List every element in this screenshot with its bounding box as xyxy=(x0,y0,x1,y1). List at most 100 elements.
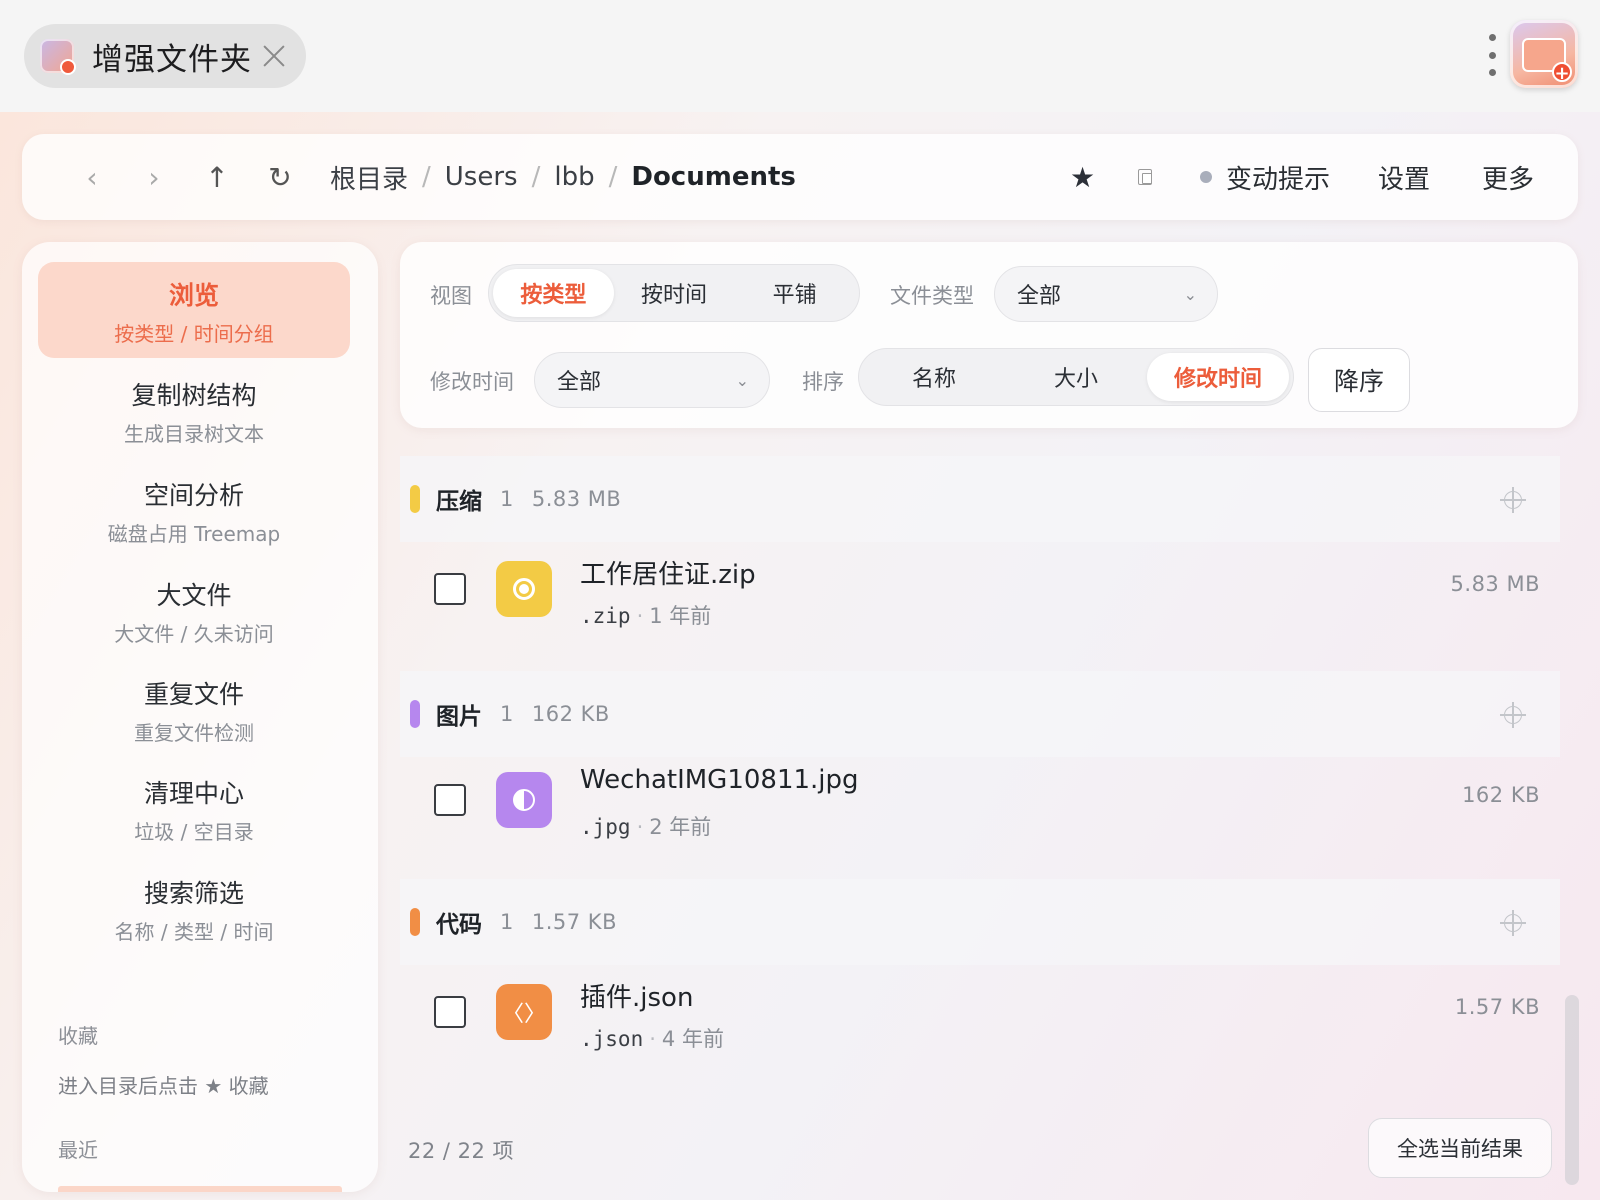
file-type-value: 全部 xyxy=(1017,284,1062,309)
more-button[interactable]: 更多 xyxy=(1482,134,1534,220)
up-directory-button[interactable]: ↑ xyxy=(197,134,237,220)
file-type-label: 文件类型 xyxy=(890,284,974,308)
sidebar-item-large-files[interactable]: 大文件 大文件 / 久未访问 xyxy=(38,562,350,658)
group-size: 162 KB xyxy=(531,702,610,726)
copy-path-button[interactable] xyxy=(1138,134,1152,220)
sort-segmented-control: 名称 大小 修改时间 xyxy=(858,348,1294,406)
sort-order-button[interactable]: 降序 xyxy=(1308,348,1410,412)
view-by-time-button[interactable]: 按时间 xyxy=(614,269,735,317)
breadcrumb-lbb[interactable]: lbb xyxy=(554,162,594,192)
file-size: 5.83 MB xyxy=(1450,572,1540,596)
breadcrumb-documents[interactable]: Documents xyxy=(631,162,796,192)
close-icon[interactable] xyxy=(260,42,288,70)
file-row[interactable]: WechatIMG10811.jpg .jpg · 2 年前 162 KB xyxy=(400,741,1560,861)
scrollbar[interactable] xyxy=(1565,995,1579,1185)
sidebar-item-copy-tree[interactable]: 复制树结构 生成目录树文本 xyxy=(38,362,350,458)
sidebar-item-subtitle: 垃圾 / 空目录 xyxy=(134,820,254,844)
app-tab-title: 增强文件夹 xyxy=(92,41,252,78)
back-button[interactable]: ‹ xyxy=(72,134,112,220)
breadcrumb-separator: / xyxy=(422,162,431,192)
star-icon: ★ xyxy=(1070,160,1096,194)
meta-separator: · xyxy=(636,604,644,628)
sidebar-item-duplicates[interactable]: 重复文件 重复文件检测 xyxy=(38,661,350,757)
file-type-select[interactable]: 全部 ⌄ xyxy=(994,266,1218,322)
forward-button[interactable]: › xyxy=(134,134,174,220)
file-checkbox[interactable] xyxy=(434,784,466,816)
chevron-down-icon: ⌄ xyxy=(1183,285,1197,304)
locate-icon[interactable] xyxy=(1500,487,1526,513)
sidebar-item-subtitle: 磁盘占用 Treemap xyxy=(107,522,281,546)
breadcrumb: 根目录 / Users / lbb / Documents xyxy=(330,134,796,220)
settings-button[interactable]: 设置 xyxy=(1378,134,1430,220)
file-row[interactable]: 〈〉 插件.json .json · 4 年前 1.57 KB xyxy=(400,953,1560,1073)
favorites-heading: 收藏 xyxy=(58,1024,98,1048)
image-icon xyxy=(496,772,552,828)
refresh-button[interactable]: ↻ xyxy=(260,134,300,220)
chevron-down-icon: ⌄ xyxy=(735,371,749,390)
title-bar: 增强文件夹 + xyxy=(0,0,1600,112)
file-size: 162 KB xyxy=(1462,783,1540,807)
sidebar-item-subtitle: 按类型 / 时间分组 xyxy=(114,322,274,346)
view-by-type-button[interactable]: 按类型 xyxy=(493,269,614,317)
group-color-bar xyxy=(410,700,420,728)
favorite-button[interactable]: ★ xyxy=(1070,134,1095,220)
select-all-button[interactable]: 全选当前结果 xyxy=(1368,1118,1552,1178)
sidebar-item-browse[interactable]: 浏览 按类型 / 时间分组 xyxy=(38,262,350,358)
window-body: ‹ › ↑ ↻ 根目录 / Users / lbb / Documents ★ … xyxy=(0,112,1600,1200)
code-icon: 〈〉 xyxy=(496,984,552,1040)
modified-time-label: 修改时间 xyxy=(430,370,514,394)
file-row[interactable]: 工作居住证.zip .zip · 1 年前 5.83 MB xyxy=(400,530,1560,650)
view-segmented-control: 按类型 按时间 平铺 xyxy=(488,264,860,322)
change-hint-button[interactable]: 变动提示 xyxy=(1200,134,1330,220)
recent-heading: 最近 xyxy=(58,1138,98,1162)
copy-icon xyxy=(1138,169,1152,185)
meta-separator: · xyxy=(636,815,644,839)
app-logo-icon[interactable]: + xyxy=(1510,20,1578,88)
breadcrumb-separator: / xyxy=(608,162,618,192)
breadcrumb-users[interactable]: Users xyxy=(445,162,518,192)
sidebar-item-subtitle: 生成目录树文本 xyxy=(124,422,264,446)
group-color-bar xyxy=(410,485,420,513)
sidebar-item-subtitle: 名称 / 类型 / 时间 xyxy=(114,920,274,944)
group-size: 5.83 MB xyxy=(531,487,622,511)
sort-by-modified-button[interactable]: 修改时间 xyxy=(1147,353,1289,401)
sort-by-size-button[interactable]: 大小 xyxy=(1005,353,1147,401)
favorites-hint: 进入目录后点击 ★ 收藏 xyxy=(58,1074,269,1098)
file-meta: .jpg · 2 年前 xyxy=(580,811,711,841)
file-name: 工作居住证.zip xyxy=(580,560,756,590)
file-checkbox[interactable] xyxy=(434,573,466,605)
archive-icon xyxy=(496,561,552,617)
sidebar-item-space-analysis[interactable]: 空间分析 磁盘占用 Treemap xyxy=(38,462,350,558)
file-meta: .zip · 1 年前 xyxy=(580,600,711,630)
modified-time-select[interactable]: 全部 ⌄ xyxy=(534,352,770,408)
sidebar-item-cleanup[interactable]: 清理中心 垃圾 / 空目录 xyxy=(38,760,350,856)
file-name: 插件.json xyxy=(580,983,694,1013)
group-color-bar xyxy=(410,908,420,936)
file-age: 2 年前 xyxy=(649,815,712,839)
sidebar-item-title: 复制树结构 xyxy=(131,381,257,410)
sidebar-item-search[interactable]: 搜索筛选 名称 / 类型 / 时间 xyxy=(38,860,350,956)
file-age: 4 年前 xyxy=(661,1027,724,1051)
sort-by-name-button[interactable]: 名称 xyxy=(863,353,1005,401)
more-options-icon[interactable] xyxy=(1488,34,1496,76)
view-flat-button[interactable]: 平铺 xyxy=(734,269,855,317)
sidebar-item-subtitle: 大文件 / 久未访问 xyxy=(114,622,274,646)
sidebar: 浏览 按类型 / 时间分组 复制树结构 生成目录树文本 空间分析 磁盘占用 Tr… xyxy=(22,242,378,1192)
file-meta: .json · 4 年前 xyxy=(580,1023,724,1053)
locate-icon[interactable] xyxy=(1500,702,1526,728)
sidebar-item-subtitle: 重复文件检测 xyxy=(134,721,254,745)
app-tab[interactable]: 增强文件夹 xyxy=(24,24,306,88)
result-count: 22 / 22 项 xyxy=(408,1139,515,1163)
sidebar-item-title: 清理中心 xyxy=(143,779,244,808)
file-checkbox[interactable] xyxy=(434,996,466,1028)
sidebar-item-title: 搜索筛选 xyxy=(143,879,244,908)
breadcrumb-root[interactable]: 根目录 xyxy=(330,159,408,196)
group-count: 1 xyxy=(500,487,514,511)
sidebar-item-title: 大文件 xyxy=(156,581,232,610)
breadcrumb-separator: / xyxy=(531,162,541,192)
locate-icon[interactable] xyxy=(1500,910,1526,936)
file-name: WechatIMG10811.jpg xyxy=(580,765,859,795)
change-hint-label: 变动提示 xyxy=(1226,164,1331,195)
file-extension: .jpg xyxy=(580,815,631,839)
file-age: 1 年前 xyxy=(649,604,712,628)
